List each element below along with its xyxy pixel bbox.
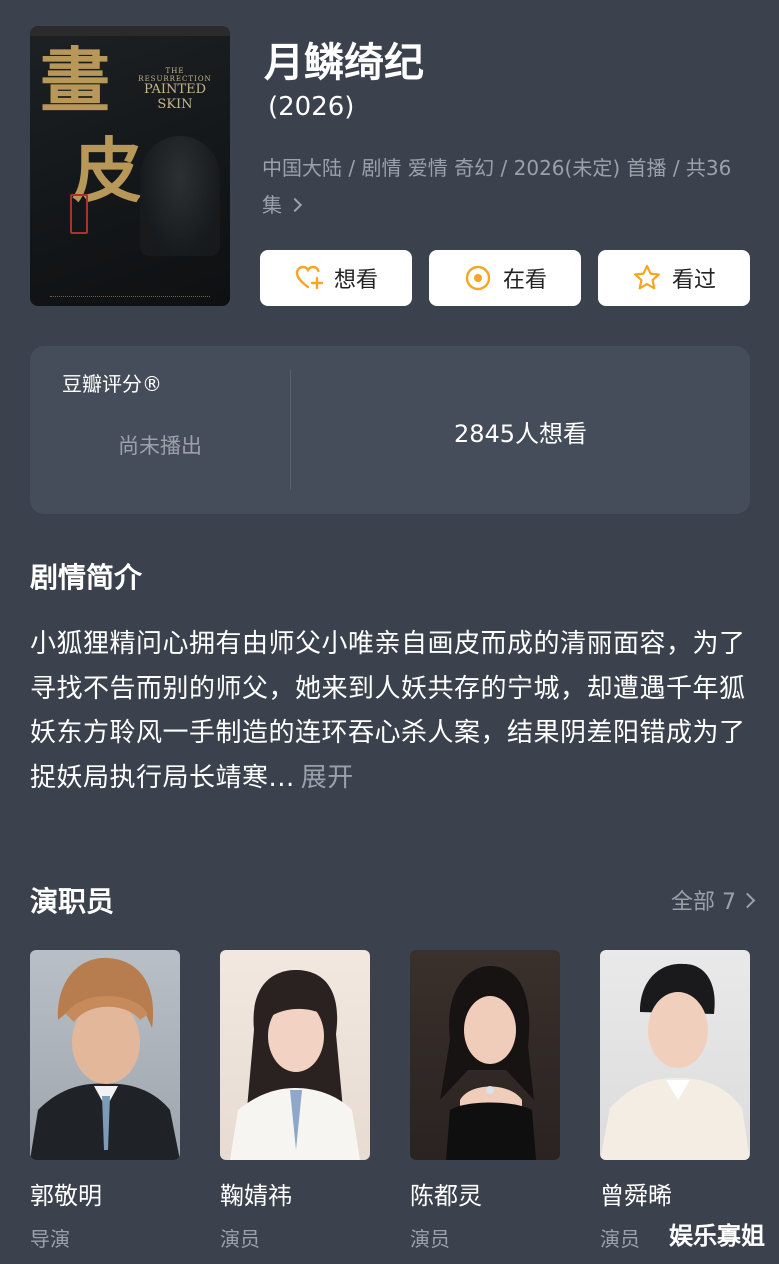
rating-card[interactable]: 豆瓣评分® 尚未播出 2845人想看	[30, 346, 750, 514]
watching-label: 在看	[502, 268, 547, 293]
want-to-watch-button[interactable]: 想看	[260, 250, 412, 306]
watched-label: 看过	[671, 268, 716, 293]
synopsis-text-block: 小狐狸精问心拥有由师父小唯亲自画皮而成的清丽面容，为了寻找不告而别的师父，她来到…	[30, 622, 750, 800]
poster-english-title: THE RESURRECTION PAINTED SKIN	[130, 67, 220, 112]
cast-photo	[220, 950, 370, 1160]
cast-photo	[410, 950, 560, 1160]
poster-top-strip	[30, 26, 230, 36]
poster-english-subtitle: THE RESURRECTION	[138, 67, 212, 83]
star-outline-icon	[634, 264, 660, 290]
expand-link[interactable]: 展开	[301, 763, 354, 793]
synopsis-text: 小狐狸精问心拥有由师父小唯亲自画皮而成的清丽面容，为了寻找不告而别的师父，她来到…	[30, 629, 746, 793]
person-avatar	[30, 957, 180, 1160]
drama-title: 月鳞绮纪	[264, 40, 424, 86]
poster-figure	[140, 136, 220, 256]
poster-title-char: 畫	[40, 39, 110, 122]
cast-member-card[interactable]: 曾舜晞 演员	[600, 950, 750, 1252]
wish-count: 2845人想看	[453, 420, 588, 448]
chevron-right-icon	[739, 892, 756, 908]
cast-member-card[interactable]: 鞠婧祎 演员	[220, 950, 370, 1252]
cast-name: 郭敬明	[30, 1182, 102, 1210]
synopsis-heading: 剧情简介	[30, 561, 143, 594]
person-avatar	[230, 970, 360, 1160]
poster-english-main: PAINTED SKIN	[143, 82, 207, 112]
cast-member-card[interactable]: 陈都灵 演员	[410, 950, 560, 1252]
watching-button[interactable]: 在看	[429, 250, 581, 306]
cast-all-link[interactable]: 全部 7	[671, 884, 756, 916]
drama-year: (2026)	[268, 92, 355, 122]
cast-member-card[interactable]: 郭敬明 导演	[30, 950, 180, 1252]
rating-status: 尚未播出	[118, 434, 202, 458]
want-to-watch-label: 想看	[333, 268, 378, 293]
rating-label: 豆瓣评分®	[62, 372, 162, 396]
drama-meta[interactable]: 中国大陆 / 剧情 爱情 奇幻 / 2026(未定) 首播 / 共36集	[262, 150, 742, 224]
person-avatar	[600, 963, 750, 1160]
chevron-right-icon	[288, 197, 303, 213]
cast-name: 鞠婧祎	[220, 1182, 292, 1210]
cast-all-label: 全部 7	[671, 890, 736, 915]
watermark-text: 娱乐寡姐	[669, 1222, 765, 1250]
heart-plus-icon	[295, 265, 324, 290]
drama-meta-text: 中国大陆 / 剧情 爱情 奇幻 / 2026(未定) 首播 / 共36集	[262, 156, 732, 217]
cast-photo	[600, 950, 750, 1160]
cast-role: 导演	[30, 1227, 70, 1251]
person-avatar	[440, 966, 536, 1160]
target-icon	[465, 265, 491, 291]
cast-role: 演员	[410, 1227, 450, 1251]
cast-photo	[30, 950, 180, 1160]
cast-name: 陈都灵	[410, 1182, 482, 1210]
watched-button[interactable]: 看过	[598, 250, 750, 306]
poster-seal-icon	[70, 194, 88, 234]
cast-heading: 演职员	[30, 885, 115, 918]
cast-role: 演员	[220, 1227, 260, 1251]
drama-poster[interactable]: 畫 皮 THE RESURRECTION PAINTED SKIN	[30, 26, 230, 306]
cast-name: 曾舜晞	[600, 1182, 672, 1210]
poster-credits	[50, 296, 210, 302]
